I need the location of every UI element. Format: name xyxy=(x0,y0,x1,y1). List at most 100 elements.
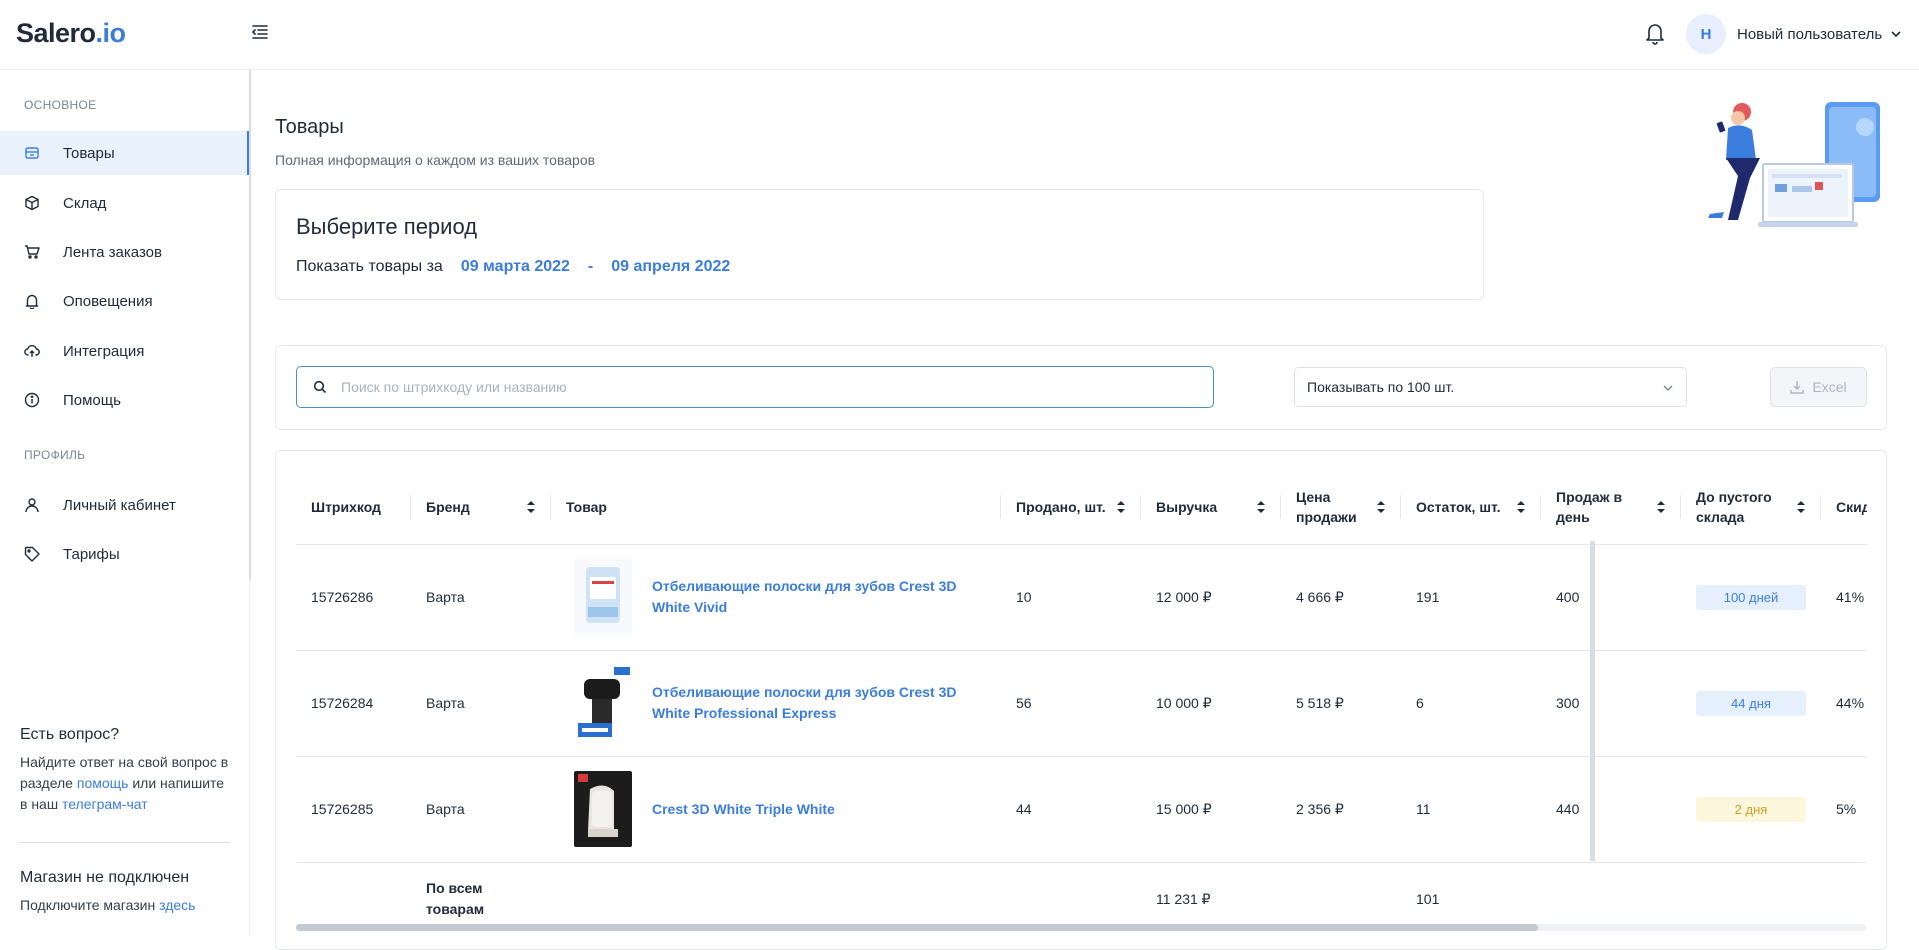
table-horizontal-scroll-thumb[interactable] xyxy=(296,924,1538,931)
info-icon xyxy=(24,392,40,408)
cell-revenue: 10 000 ₽ xyxy=(1141,650,1281,757)
sidebar-item-label: Интеграция xyxy=(63,342,145,360)
sidebar-item-products[interactable]: Товары xyxy=(0,131,250,175)
date-to[interactable]: 09 апреля 2022 xyxy=(611,258,730,276)
sort-icon[interactable] xyxy=(526,500,536,514)
table-vertical-scrollbar[interactable] xyxy=(1590,541,1595,861)
sidebar-item-account[interactable]: Личный кабинет xyxy=(0,483,250,527)
cell-product: Crest 3D White Triple White xyxy=(551,756,1001,863)
cell-per-day: 400 xyxy=(1541,544,1681,651)
date-from[interactable]: 09 марта 2022 xyxy=(461,258,570,276)
help-link[interactable]: помощь xyxy=(77,775,129,791)
sort-icon[interactable] xyxy=(1656,500,1666,514)
sort-icon[interactable] xyxy=(1796,500,1806,514)
sort-icon[interactable] xyxy=(1516,500,1526,514)
column-header-stock[interactable]: Остаток, шт. xyxy=(1401,471,1541,545)
logo[interactable]: Salero.io xyxy=(16,18,126,49)
tag-icon xyxy=(24,546,40,562)
connect-store-link[interactable]: здесь xyxy=(159,897,195,913)
sidebar-collapse-icon[interactable] xyxy=(250,22,270,42)
sort-icon[interactable] xyxy=(1116,500,1126,514)
products-table: Штрихкод Бренд Товар Продано, шт. Выручк… xyxy=(296,471,1867,936)
cell-sold: 10 xyxy=(1001,544,1141,651)
cube-icon xyxy=(25,195,39,211)
column-header-barcode: Штрихкод xyxy=(296,471,411,545)
help-text: Найдите ответ на свой вопрос в разделе п… xyxy=(20,754,229,812)
cell-to-empty: 2 дня xyxy=(1681,756,1821,863)
page-title: Товары xyxy=(275,116,344,138)
sidebar-item-label: Товары xyxy=(63,144,115,162)
cell-product: Отбеливающие полоски для зубов Crest 3D … xyxy=(551,650,1001,757)
cell-revenue: 12 000 ₽ xyxy=(1141,544,1281,651)
column-header-price[interactable]: Цена продажи xyxy=(1281,471,1401,545)
product-link[interactable]: Отбеливающие полоски для зубов Crest 3D … xyxy=(652,576,986,618)
cell-discount: 5% xyxy=(1821,756,1867,863)
chevron-down-icon xyxy=(1891,31,1901,38)
excel-export-button[interactable]: Excel xyxy=(1770,367,1867,407)
cell-to-empty: 44 дня xyxy=(1681,650,1821,757)
column-header-brand[interactable]: Бренд xyxy=(411,471,551,545)
table-row[interactable]: 15726285 Варта Crest 3D White Triple Whi… xyxy=(296,756,1867,863)
notifications-bell-icon[interactable] xyxy=(1645,21,1665,45)
top-bar: Salero.io Н Новый пользователь xyxy=(0,0,1919,70)
column-header-revenue[interactable]: Выручка xyxy=(1141,471,1281,545)
status-badge: 44 дня xyxy=(1696,690,1806,716)
sidebar-item-orders[interactable]: Лента заказов xyxy=(0,230,250,274)
sort-icon[interactable] xyxy=(1256,500,1266,514)
cell-discount: 44% xyxy=(1821,650,1867,757)
search-input[interactable] xyxy=(341,379,1201,395)
sidebar-item-warehouse[interactable]: Склад xyxy=(0,181,250,225)
sort-icon[interactable] xyxy=(1376,500,1386,514)
cell-product: Отбеливающие полоски для зубов Crest 3D … xyxy=(551,544,1001,651)
table-scroll-area[interactable]: Штрихкод Бренд Товар Продано, шт. Выручк… xyxy=(296,471,1867,949)
product-image xyxy=(574,559,632,635)
cell-barcode: 15726286 xyxy=(296,544,411,651)
cloud-upload-icon xyxy=(24,345,40,357)
user-icon xyxy=(25,498,39,513)
column-header-to-empty[interactable]: До пустого склада xyxy=(1681,471,1821,545)
product-link[interactable]: Crest 3D White Triple White xyxy=(652,799,835,820)
search-field[interactable] xyxy=(296,366,1214,408)
period-card: Выберите период Показать товары за 09 ма… xyxy=(275,189,1484,300)
sidebar-section-profile: ПРОФИЛЬ xyxy=(24,448,86,462)
cell-sold: 44 xyxy=(1001,756,1141,863)
sidebar-scrollbar[interactable] xyxy=(249,70,251,580)
table-row[interactable]: 15726286 Варта Отбеливающие полоски для … xyxy=(296,544,1867,651)
status-badge: 100 дней xyxy=(1696,584,1806,610)
telegram-chat-link[interactable]: телеграм-чат xyxy=(62,796,148,812)
cell-barcode: 15726285 xyxy=(296,756,411,863)
divider xyxy=(20,842,230,843)
illustration-image xyxy=(1708,102,1880,227)
sidebar-item-integration[interactable]: Интеграция xyxy=(0,329,250,373)
avatar: Н xyxy=(1686,14,1726,54)
cell-sold: 56 xyxy=(1001,650,1141,757)
sidebar-item-tariffs[interactable]: Тарифы xyxy=(0,532,250,576)
column-header-sold[interactable]: Продано, шт. xyxy=(1001,471,1141,545)
cell-discount: 41% xyxy=(1821,544,1867,651)
sidebar-item-help[interactable]: Помощь xyxy=(0,378,250,422)
date-separator: - xyxy=(587,258,594,275)
filter-card: Показывать по 100 шт. Excel xyxy=(275,345,1887,430)
page-size-select[interactable]: Показывать по 100 шт. xyxy=(1294,367,1687,407)
cell-to-empty: 100 дней xyxy=(1681,544,1821,651)
page-size-value: Показывать по 100 шт. xyxy=(1307,379,1455,395)
user-menu[interactable]: Н Новый пользователь xyxy=(1686,14,1902,54)
sidebar-item-alerts[interactable]: Оповещения xyxy=(0,279,250,323)
search-icon xyxy=(313,380,327,394)
product-link[interactable]: Отбеливающие полоски для зубов Crest 3D … xyxy=(652,682,986,724)
column-header-product: Товар xyxy=(551,471,1001,545)
cell-stock: 11 xyxy=(1401,756,1541,863)
user-name: Новый пользователь xyxy=(1737,25,1883,43)
table-row[interactable]: 15726284 Варта Отбеливающие полоски для … xyxy=(296,650,1867,757)
column-header-discount[interactable]: Скидка xyxy=(1821,471,1867,545)
column-header-per-day[interactable]: Продаж в день xyxy=(1541,471,1681,545)
sidebar-item-label: Помощь xyxy=(63,391,121,409)
sidebar-item-label: Склад xyxy=(63,194,107,212)
cell-brand: Варта xyxy=(411,650,551,757)
cell-barcode: 15726284 xyxy=(296,650,411,757)
cell-price: 5 518 ₽ xyxy=(1281,650,1401,757)
cell-per-day: 300 xyxy=(1541,650,1681,757)
sidebar-item-label: Личный кабинет xyxy=(63,496,176,514)
product-image xyxy=(574,665,632,741)
products-table-card: Штрихкод Бренд Товар Продано, шт. Выручк… xyxy=(275,450,1887,950)
